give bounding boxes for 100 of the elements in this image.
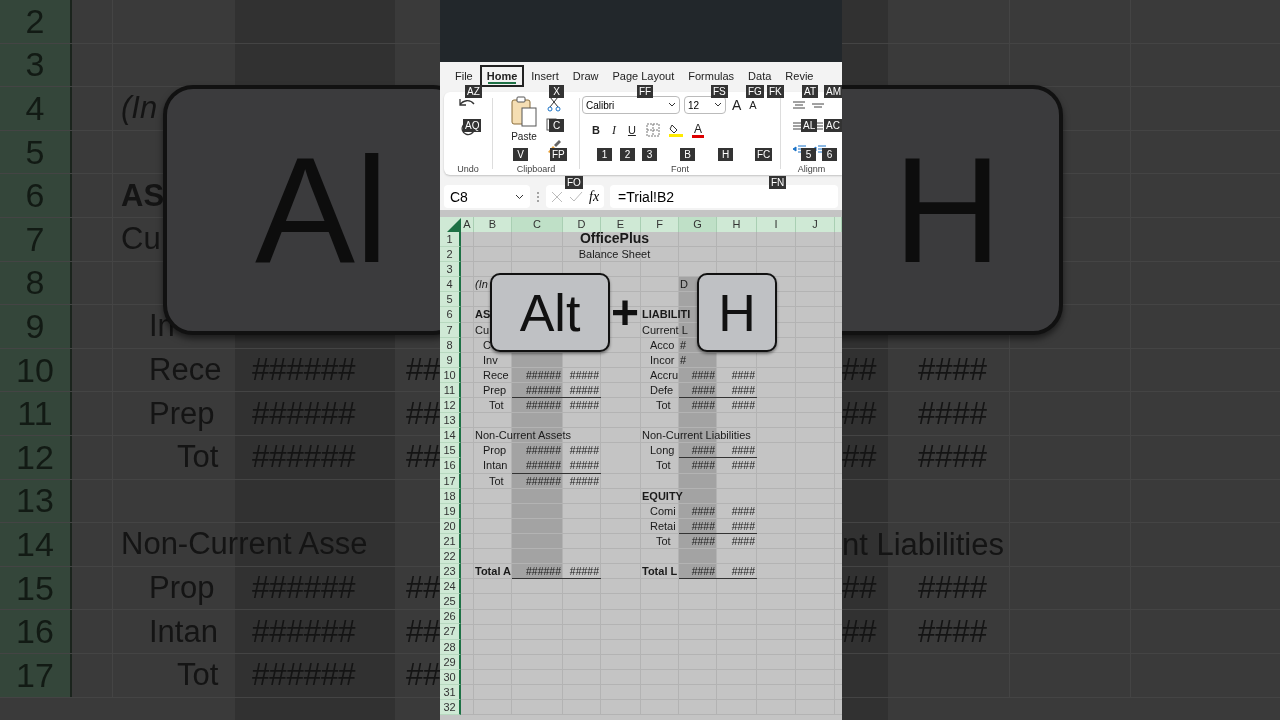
table-cell: ##### <box>569 564 599 579</box>
table-cell: Rece <box>483 367 509 382</box>
table-cell: ###### <box>525 443 561 458</box>
table-cell: Non-Current Assets <box>475 428 571 443</box>
keytip-tooltip: AC <box>824 119 842 132</box>
cell-text: ## <box>842 613 877 650</box>
keytip-tooltip: AL <box>801 119 818 132</box>
cell-text: ## <box>842 352 877 389</box>
keytip-tooltip: X <box>549 85 564 98</box>
table-cell: Total A <box>475 564 512 579</box>
table-cell: #### <box>731 443 755 458</box>
keytip-tooltip: FP <box>550 148 567 161</box>
table-cell: #### <box>731 398 755 413</box>
table-cell: Total L <box>642 564 678 579</box>
keytip-tooltip: AQ <box>463 119 482 132</box>
keycap: H <box>697 273 777 352</box>
table-cell: #### <box>731 367 755 382</box>
cell-text: ## <box>406 657 440 694</box>
table-cell: Tot <box>656 533 671 548</box>
table-cell: LIABILITI <box>642 307 691 322</box>
table-cell: Tot <box>656 458 671 473</box>
group-label: Font <box>671 164 689 174</box>
table-cell: ##### <box>569 398 599 413</box>
cell-text: #### <box>918 570 987 606</box>
table-cell: AS <box>475 307 491 322</box>
keytip-tooltip: AM <box>824 85 842 98</box>
table-cell: ###### <box>525 398 561 413</box>
table-cell: Inv <box>483 352 498 367</box>
keytip-tooltip: FF <box>637 85 654 98</box>
cell-text: ## <box>842 570 877 606</box>
keytip-tooltip: 1 <box>597 148 612 161</box>
keytip-tooltip: AT <box>802 85 819 98</box>
table-cell: #### <box>691 518 715 533</box>
table-cell: #### <box>731 564 755 579</box>
table-cell: #### <box>691 382 715 397</box>
cell-text: ## <box>842 395 877 432</box>
table-cell: Tot <box>489 398 504 413</box>
keytip-tooltip: FK <box>767 85 784 98</box>
table-cell-text: Balance Sheet <box>577 247 652 263</box>
table-cell: #### <box>731 382 755 397</box>
keytip-tooltip: FO <box>565 176 583 189</box>
cell-text: ## <box>406 613 440 650</box>
keytip-tooltip: B <box>680 148 695 161</box>
keycap: Alt <box>490 273 610 352</box>
table-cell: Long <box>650 443 675 458</box>
table-cell: Current L <box>642 322 688 337</box>
table-cell: ##### <box>569 458 599 473</box>
keytip-tooltip: 2 <box>620 148 635 161</box>
cell-text: ###### <box>252 613 356 650</box>
cell-text: #### <box>918 352 987 389</box>
table-cell: ##### <box>569 382 599 397</box>
table-cell: #### <box>731 458 755 473</box>
cell-text: #### <box>918 439 987 476</box>
table-cell: ##### <box>569 367 599 382</box>
cell-text: ###### <box>252 352 356 389</box>
table-cell: ##### <box>569 443 599 458</box>
table-cell: ###### <box>525 473 561 488</box>
table-cell: ###### <box>525 458 561 473</box>
table-cell: Prop <box>483 443 507 458</box>
table-cell: ###### <box>525 564 561 579</box>
table-cell: Cu <box>475 322 490 337</box>
cell-text: ## <box>406 395 440 432</box>
cell-text: ###### <box>252 570 356 606</box>
table-cell-text: OfficePlus <box>578 232 651 248</box>
keytip-tooltip: FC <box>755 148 773 161</box>
cell-text: #### <box>918 395 987 432</box>
keytip-tooltip: AZ <box>465 85 482 98</box>
keytip-tooltip: C <box>549 119 564 132</box>
table-cell: Defe <box>650 382 674 397</box>
table-cell: ###### <box>525 382 561 397</box>
table-cell: #### <box>691 564 715 579</box>
plus-sign: + <box>610 288 640 337</box>
keytip-tooltip: FG <box>746 85 764 98</box>
cell-text: ###### <box>252 439 356 476</box>
table-cell: EQUITY <box>642 488 683 503</box>
keytip-tooltip: V <box>513 148 528 161</box>
keytip-tooltip: 6 <box>822 148 837 161</box>
table-cell: #### <box>691 398 715 413</box>
table-cell: Tot <box>489 473 504 488</box>
table-cell: Accru <box>650 367 679 382</box>
table-cell: #### <box>691 443 715 458</box>
table-cell: Prep <box>483 382 507 397</box>
table-cell: Incor <box>650 352 675 367</box>
table-cell: Non-Current Liabilities <box>642 428 751 443</box>
table-cell: #### <box>731 518 755 533</box>
keytip-tooltip: 5 <box>801 148 816 161</box>
group-label: Undo <box>457 164 479 174</box>
table-cell: # <box>680 352 687 367</box>
table-cell: #### <box>731 503 755 518</box>
table-cell: Acco <box>650 337 675 352</box>
table-cell: Intan <box>483 458 508 473</box>
table-cell: Comi <box>650 503 676 518</box>
table-cell: #### <box>691 367 715 382</box>
table-cell: (In <box>475 277 488 292</box>
table-cell: ###### <box>525 367 561 382</box>
table-cell: # <box>680 337 687 352</box>
keytip-tooltip: 3 <box>642 148 657 161</box>
table-cell: Retai <box>650 518 676 533</box>
keytip-tooltip: FS <box>711 85 728 98</box>
group-label: Alignm <box>797 164 826 174</box>
